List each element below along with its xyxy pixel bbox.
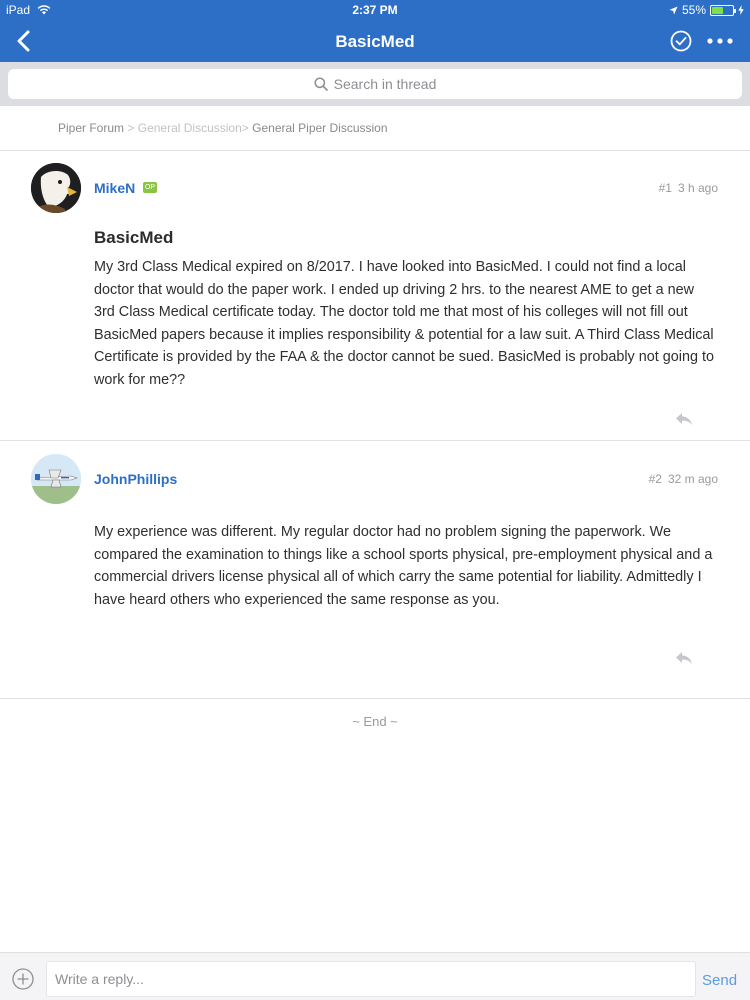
reply-composer: Send: [0, 952, 750, 1000]
breadcrumb-item-general-discussion[interactable]: General Discussion: [138, 121, 242, 135]
status-time: 2:37 PM: [352, 3, 398, 17]
post-time: 32 m ago: [667, 472, 718, 486]
more-horizontal-icon[interactable]: [706, 30, 734, 52]
send-button[interactable]: Send: [702, 972, 737, 989]
post-meta: #2 32 m ago: [649, 472, 718, 486]
post-number: #1: [658, 181, 672, 195]
breadcrumb: Piper Forum > General Discussion> Genera…: [58, 121, 388, 135]
op-badge: OP: [143, 182, 157, 193]
app-header: iPad 2:37 PM 55% BasicMed: [0, 0, 750, 62]
post-body: My 3rd Class Medical expired on 8/2017. …: [94, 259, 714, 388]
end-of-thread-label: ~ End ~: [352, 714, 398, 729]
search-placeholder: Search in thread: [333, 76, 437, 92]
airplane-avatar-icon: [31, 454, 81, 504]
post-author[interactable]: JohnPhillips: [94, 471, 177, 487]
status-right: 55%: [669, 3, 744, 17]
breadcrumb-separator: >: [241, 121, 249, 135]
post-body: My experience was different. My regular …: [94, 524, 713, 608]
search-icon: [314, 77, 328, 91]
post-time: 3 h ago: [677, 181, 718, 195]
search-bar: Search in thread: [0, 62, 750, 106]
charging-bolt-icon: [738, 5, 744, 15]
reply-icon[interactable]: [674, 411, 694, 427]
battery-fill: [712, 6, 723, 14]
post-author[interactable]: MikeN: [94, 180, 135, 196]
post-number: #2: [648, 472, 662, 486]
nav-bar: BasicMed: [0, 20, 750, 62]
check-circle-icon[interactable]: [670, 30, 692, 52]
breadcrumb-item-general-piper-discussion[interactable]: General Piper Discussion: [252, 121, 387, 135]
page-title: BasicMed: [335, 32, 415, 51]
post-title: BasicMed: [94, 228, 174, 247]
eagle-avatar-icon: [31, 163, 81, 213]
reply-icon[interactable]: [674, 650, 694, 666]
battery-icon: [710, 4, 736, 16]
status-bar: iPad 2:37 PM 55%: [0, 0, 750, 20]
breadcrumb-item-forum[interactable]: Piper Forum: [58, 121, 124, 135]
search-input[interactable]: Search in thread: [8, 69, 742, 99]
battery-percent: 55%: [681, 3, 706, 17]
reply-input[interactable]: [46, 961, 696, 997]
breadcrumb-separator: >: [127, 121, 135, 135]
post-meta: #1 3 h ago: [659, 181, 718, 195]
add-attachment-icon[interactable]: [12, 968, 34, 990]
location-arrow-icon: [669, 5, 678, 15]
divider: [0, 150, 750, 151]
divider: [0, 440, 750, 441]
avatar[interactable]: [31, 454, 81, 504]
divider: [0, 698, 750, 699]
avatar[interactable]: [31, 163, 81, 213]
